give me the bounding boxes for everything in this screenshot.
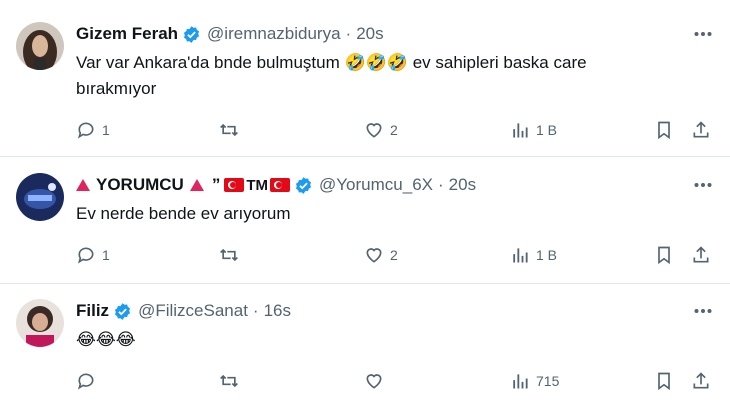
bookmark-button[interactable] [654,369,674,393]
repost-arrows-icon [220,123,238,137]
more-horizontal-icon[interactable] [692,175,714,195]
tweet-text-line: 😂😂😂 [76,330,136,350]
bookmark-icon [658,372,670,391]
views-bar-chart-icon [513,248,528,263]
repost-arrows-icon [220,248,238,262]
reply-button[interactable]: 1 [76,243,110,267]
heart-icon [366,374,382,389]
display-name-quote: ” [211,175,221,194]
repost-button[interactable] [218,369,246,393]
display-name[interactable]: YORUMCU [96,175,184,195]
heart-icon [366,248,382,263]
reply-bubble-icon [77,373,94,390]
separator-dot: · [345,24,352,43]
reply-count: 1 [102,122,110,138]
repost-button[interactable] [218,118,246,142]
tweet-feed: Gizem Ferah @iremnazbidurya · 20s Var va… [0,0,730,420]
user-handle[interactable]: @iremnazbidurya [207,24,340,44]
reply-bubble-icon [77,247,94,264]
separator-dot: · [252,301,259,320]
verified-badge-icon [294,176,313,195]
like-button[interactable]: 2 [364,118,398,142]
timestamp[interactable]: 20s [449,175,476,195]
tweet-text: Var var Ankara'da bnde bulmuştum 🤣🤣🤣 ev … [76,50,676,102]
share-button[interactable] [691,118,711,142]
heart-icon [366,123,382,138]
like-button[interactable]: 2 [364,243,398,267]
tweet-text-line: Ev nerde bende ev arıyorum [76,204,291,223]
like-count: 2 [390,247,398,263]
avatar[interactable] [16,22,64,70]
views-button[interactable]: 1 B [510,118,557,142]
tweet[interactable]: Filiz @FilizceSanat · 16s 😂😂😂 715 [0,299,730,399]
reply-button[interactable] [76,369,102,393]
verified-badge-icon [113,302,132,321]
bookmark-icon [658,246,670,265]
bookmark-button[interactable] [654,243,674,267]
verified-badge-icon [182,25,201,44]
view-count: 1 B [536,247,558,263]
action-bar: 1 2 1 B [76,243,716,267]
timestamp[interactable]: 16s [264,301,291,321]
display-name[interactable]: Filiz [76,301,109,321]
action-bar: 715 [76,369,716,393]
tweet-divider [0,283,730,284]
views-bar-chart-icon [513,374,528,389]
repost-arrows-icon [220,374,238,388]
views-button[interactable]: 715 [510,369,559,393]
tweet-text: Ev nerde bende ev arıyorum [76,201,676,227]
repost-button[interactable] [218,243,246,267]
bookmark-button[interactable] [654,118,674,142]
view-count: 715 [536,373,560,389]
tweet[interactable]: Gizem Ferah @iremnazbidurya · 20s Var va… [0,22,730,142]
tweet-text-line: Var var Ankara'da bnde bulmuştum 🤣🤣🤣 ev … [76,53,587,72]
tweet-text-line: bırakmıyor [76,79,157,98]
more-horizontal-icon[interactable] [692,24,714,44]
user-handle[interactable]: @Yorumcu_6X [319,175,433,195]
like-count: 2 [390,122,398,138]
turkey-flag-icon [224,178,245,192]
reply-bubble-icon [77,122,94,139]
display-name[interactable]: Gizem Ferah [76,24,178,44]
views-bar-chart-icon [513,123,528,138]
avatar[interactable] [16,173,64,221]
views-button[interactable]: 1 B [510,243,557,267]
share-button[interactable] [691,369,711,393]
tweet-text: 😂😂😂 [76,327,676,353]
avatar[interactable] [16,299,64,347]
user-handle[interactable]: @FilizceSanat [138,301,248,321]
turkey-flag-icon [270,178,291,192]
view-count: 1 B [536,122,558,138]
separator-dot: · [438,175,444,194]
reply-button[interactable]: 1 [76,118,110,142]
display-name-tm: TM [246,176,269,194]
tweet-divider [0,156,730,157]
share-upload-icon [693,372,709,389]
like-button[interactable] [364,369,390,393]
tweet-header: YORUMCU ” TM @Yorumcu_6X · 20s [76,173,476,197]
more-horizontal-icon[interactable] [692,301,714,321]
share-button[interactable] [691,243,711,267]
timestamp[interactable]: 20s [356,24,383,44]
warning-triangle-icon [189,179,204,191]
tweet[interactable]: YORUMCU ” TM @Yorumcu_6X · 20s Ev nerde … [0,173,730,273]
warning-triangle-icon [76,179,90,191]
tweet-header: Gizem Ferah @iremnazbidurya · 20s [76,22,384,46]
bookmark-icon [658,121,670,140]
tweet-header: Filiz @FilizceSanat · 16s [76,299,291,323]
action-bar: 1 2 1 B [76,118,716,142]
reply-count: 1 [102,247,110,263]
share-upload-icon [693,246,709,263]
share-upload-icon [693,121,709,138]
